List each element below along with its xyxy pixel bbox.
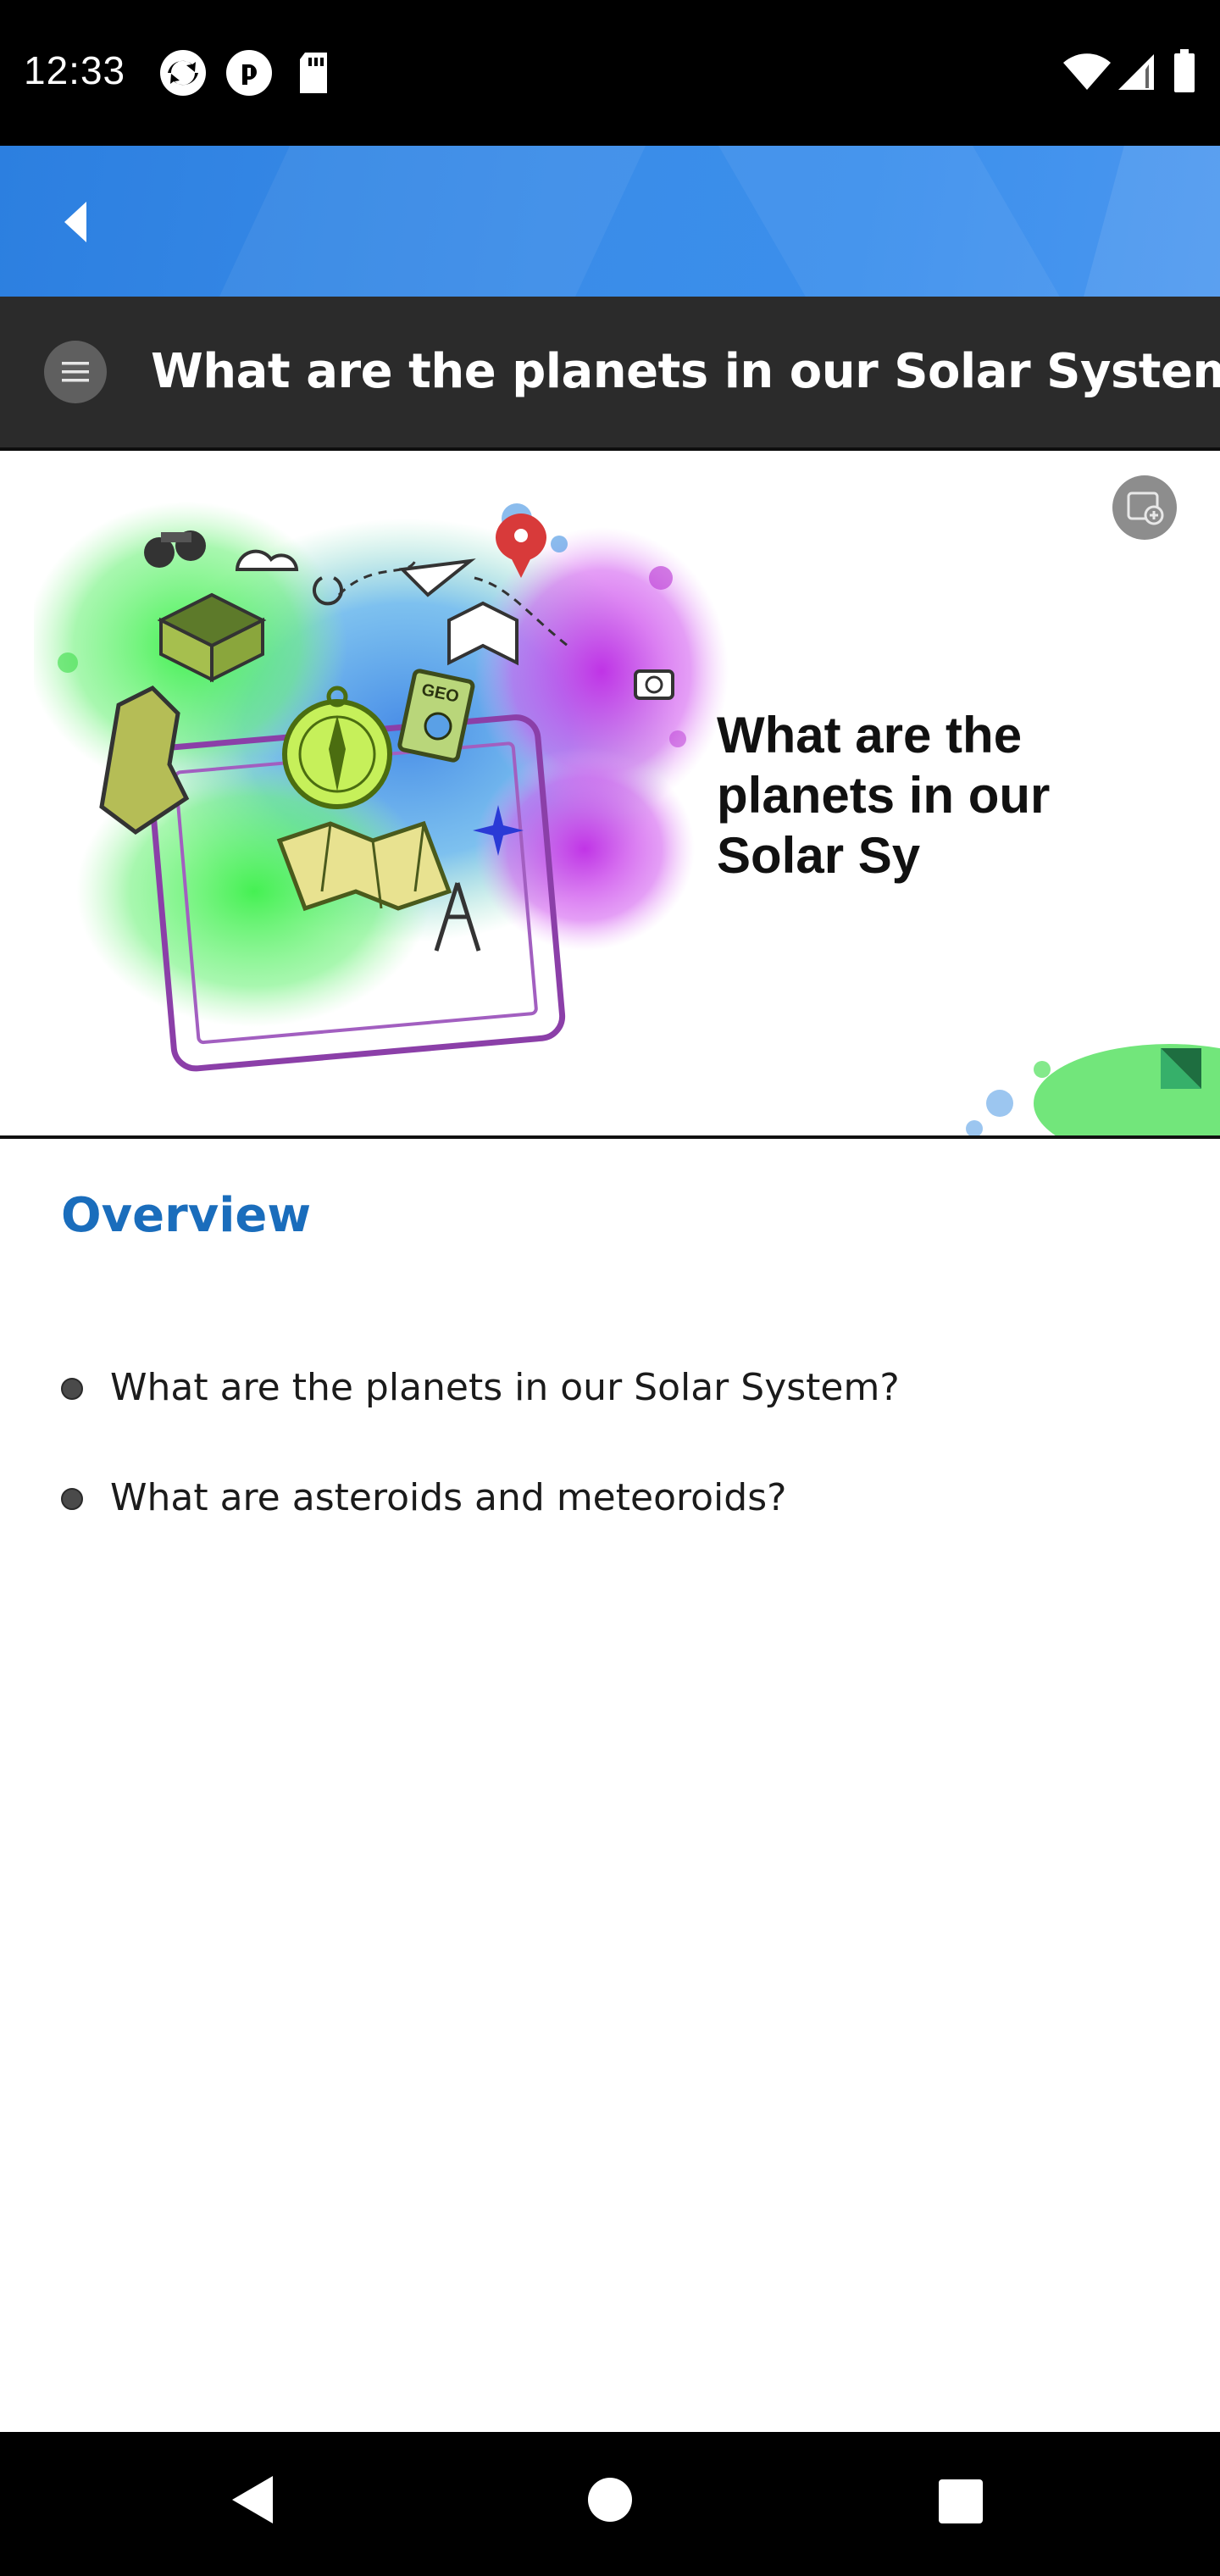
wifi-icon [1062, 53, 1112, 95]
sync-icon [158, 47, 208, 102]
overview-list: What are the planets in our Solar System… [61, 1356, 900, 1576]
bullet-icon [61, 1378, 83, 1400]
lesson-title: What are the planets in our Solar System… [151, 344, 1220, 399]
menu-icon [62, 362, 89, 382]
nav-recents-icon [939, 2479, 983, 2523]
lesson-banner: GEO What are the planets in our Solar Sy [0, 451, 1220, 1139]
fullscreen-icon [1127, 491, 1164, 525]
status-time: 12:33 [24, 48, 126, 92]
banner-title: What are the planets in our Solar Sy [717, 705, 1073, 886]
nav-recents-button[interactable] [937, 2478, 984, 2529]
back-button[interactable] [42, 188, 110, 256]
banner-title-line: What are the [717, 707, 1023, 763]
menu-button[interactable] [44, 341, 107, 403]
nav-home-icon [588, 2478, 632, 2522]
pocket-casts-icon [224, 47, 274, 102]
system-nav-bar [0, 2432, 1220, 2576]
sd-card-icon [293, 47, 334, 102]
list-item-text: What are asteroids and meteoroids? [110, 1476, 787, 1519]
status-bar: 12:33 [0, 0, 1220, 146]
nav-back-button[interactable] [229, 2473, 276, 2530]
list-item: What are asteroids and meteoroids? [61, 1466, 900, 1576]
banner-title-line: planets in our [717, 767, 1051, 824]
back-arrow-icon [64, 202, 86, 242]
nav-home-button[interactable] [586, 2476, 634, 2527]
app-bar-pattern [1079, 146, 1220, 297]
overview-heading: Overview [61, 1188, 312, 1243]
battery-icon [1173, 49, 1196, 97]
app-bar [0, 146, 1220, 297]
decorative-splash [966, 1044, 1220, 1135]
list-item: What are the planets in our Solar System… [61, 1356, 900, 1466]
app-bar-pattern [698, 146, 1081, 297]
list-item-text: What are the planets in our Solar System… [110, 1366, 900, 1409]
banner-title-line: Solar Sy [717, 827, 921, 884]
app-bar-pattern [195, 146, 669, 297]
fullscreen-button[interactable] [1112, 475, 1177, 540]
bullet-icon [61, 1488, 83, 1510]
lesson-title-bar: What are the planets in our Solar System… [0, 297, 1220, 451]
geography-tablet-illustration: GEO [34, 502, 729, 1072]
cell-signal-icon [1117, 53, 1156, 95]
nav-back-icon [232, 2476, 273, 2523]
